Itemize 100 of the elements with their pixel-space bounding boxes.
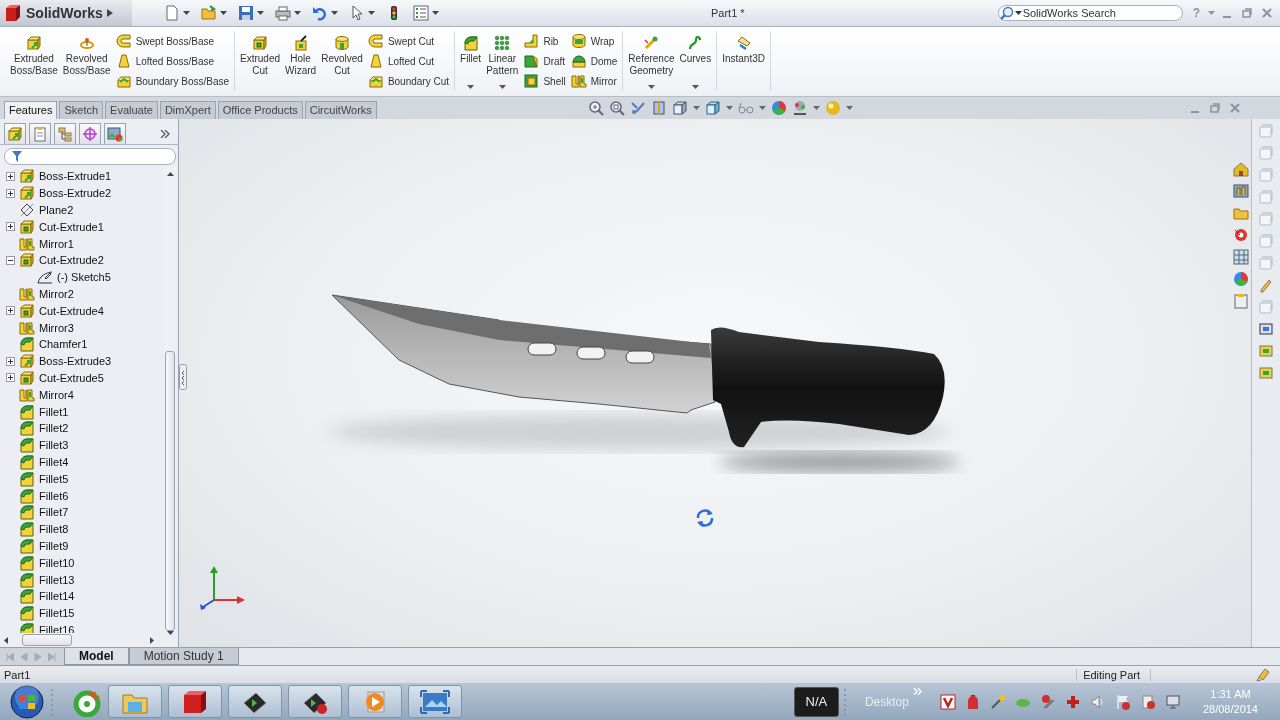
tree-item[interactable]: Fillet9 (39, 539, 69, 552)
ribbon-button[interactable]: Extruded Cut (238, 31, 283, 91)
print-icon[interactable] (275, 5, 291, 21)
monitor-icon[interactable] (1258, 321, 1274, 337)
axis-icon[interactable] (643, 35, 660, 51)
ribbon-button[interactable]: Extruded Boss/Base (8, 31, 60, 91)
tree-item[interactable]: Fillet1 (39, 405, 69, 418)
search-icon[interactable] (999, 6, 1014, 20)
pencil-icon[interactable] (1258, 277, 1274, 293)
fillet-icon[interactable] (462, 35, 479, 51)
tree-item[interactable]: Mirror4 (39, 388, 74, 401)
caret-icon[interactable] (220, 11, 227, 15)
command-tab[interactable]: Evaluate (105, 101, 158, 119)
tree-item[interactable]: Boss-Extrude1 (39, 170, 112, 183)
caret-icon[interactable] (331, 11, 338, 15)
model-tab[interactable]: Motion Study 1 (128, 648, 239, 665)
appearance-icon[interactable] (1233, 271, 1249, 287)
c-shape-icon[interactable] (115, 33, 132, 49)
medical-cross-icon[interactable] (1064, 693, 1081, 710)
glasses-icon[interactable] (738, 100, 754, 116)
mirror-icon[interactable] (570, 73, 587, 89)
tree-item[interactable]: Cut-Extrude1 (39, 220, 104, 233)
panel-tab[interactable] (104, 123, 126, 144)
library-icon[interactable] (1233, 183, 1249, 199)
ribbon-button[interactable]: Lofted Boss/Base (113, 51, 231, 71)
tree-item[interactable]: Fillet15 (39, 607, 75, 620)
tree-item[interactable]: Fillet2 (39, 422, 69, 435)
taskbar-button[interactable] (288, 685, 342, 718)
panel-tab[interactable] (79, 123, 101, 144)
caret-icon[interactable] (183, 11, 190, 15)
close-icon[interactable] (1230, 103, 1240, 113)
c-shape-icon[interactable] (367, 33, 384, 49)
dome-icon[interactable] (570, 53, 587, 69)
view-orientation-icon[interactable] (672, 100, 688, 116)
bell-icon[interactable] (367, 53, 384, 69)
double-chevron-icon[interactable] (160, 130, 170, 138)
list-icon[interactable] (413, 5, 429, 21)
caret-icon[interactable] (432, 11, 439, 15)
block-icon[interactable] (252, 35, 269, 51)
expand-toggle[interactable] (6, 188, 15, 198)
scroll-left-icon[interactable] (4, 636, 8, 644)
shell-icon[interactable] (523, 73, 540, 89)
ring-icon[interactable] (78, 35, 95, 51)
ribbon-button[interactable]: Reference Geometry (626, 31, 677, 91)
tree-item[interactable]: Mirror2 (39, 287, 74, 300)
save-icon[interactable] (238, 5, 254, 21)
tree-item[interactable]: Fillet6 (39, 489, 69, 502)
caret-icon[interactable] (467, 85, 475, 89)
tree-item[interactable]: Fillet3 (39, 439, 69, 452)
previous-view-icon[interactable] (630, 100, 646, 116)
tree-item[interactable]: Cut-Extrude5 (39, 371, 104, 384)
tree-item[interactable]: Fillet5 (39, 472, 69, 485)
scroll-right-icon[interactable] (150, 636, 154, 644)
command-tab[interactable]: Features (4, 101, 58, 119)
ribbon-button[interactable]: Dome (568, 51, 620, 71)
ribbon-button[interactable]: Lofted Cut (365, 51, 452, 71)
caret-icon[interactable] (498, 85, 506, 89)
box-icon[interactable] (115, 73, 132, 89)
flag-icon[interactable] (1114, 693, 1131, 710)
caret-icon[interactable] (691, 85, 699, 89)
tree-item[interactable]: Mirror3 (39, 321, 74, 334)
panel-tab[interactable] (29, 123, 51, 144)
ribbon-button[interactable]: Fillet (458, 31, 484, 91)
expand-toggle[interactable] (6, 306, 15, 316)
box-icon[interactable] (367, 73, 384, 89)
power-icon[interactable] (1139, 693, 1156, 710)
grid-icon[interactable] (1233, 249, 1249, 265)
caret-icon[interactable] (368, 11, 375, 15)
restore-icon[interactable] (1210, 103, 1220, 113)
tree-item[interactable]: Fillet7 (39, 506, 69, 519)
command-tab[interactable]: DimXpert (159, 101, 216, 119)
tree-item[interactable]: Cut-Extrude2 (39, 254, 104, 267)
caret-icon[interactable] (257, 11, 264, 15)
caret-icon[interactable] (294, 11, 301, 15)
undo-icon[interactable] (312, 5, 328, 21)
command-tab[interactable]: CircuitWorks (304, 101, 377, 119)
curve-icon[interactable] (687, 35, 704, 51)
tree-item[interactable]: Fillet14 (39, 590, 75, 603)
tree-item[interactable]: (-) Sketch5 (57, 271, 111, 284)
tree-item[interactable]: Fillet8 (39, 523, 69, 536)
zoom-area-icon[interactable] (609, 100, 625, 116)
search-field[interactable]: SolidWorks Search (997, 5, 1183, 21)
scroll-up-icon[interactable] (166, 172, 174, 176)
ribbon-button[interactable]: Shell (521, 71, 568, 91)
taskbar-button[interactable] (168, 685, 222, 718)
tree-item[interactable]: Fillet13 (39, 573, 75, 586)
panel-tab[interactable] (4, 123, 26, 144)
pin-icon[interactable] (1256, 667, 1270, 682)
ribbon-button[interactable]: Instant3D (720, 31, 767, 91)
antivirus-icon[interactable] (939, 693, 956, 710)
expand-toggle[interactable] (6, 171, 15, 181)
tree-item[interactable]: Boss-Extrude2 (39, 187, 112, 200)
ribbon-button[interactable]: Boundary Cut (365, 71, 452, 91)
expand-toggle[interactable] (6, 222, 15, 232)
tree-item[interactable]: Cut-Extrude4 (39, 304, 104, 317)
ribbon-button[interactable]: Swept Boss/Base (113, 31, 231, 51)
ribbon-button[interactable]: Draft (521, 51, 568, 71)
caret-icon[interactable] (1014, 11, 1022, 15)
restore-icon[interactable] (1242, 8, 1252, 18)
tree-item[interactable]: Chamfer1 (39, 338, 88, 351)
